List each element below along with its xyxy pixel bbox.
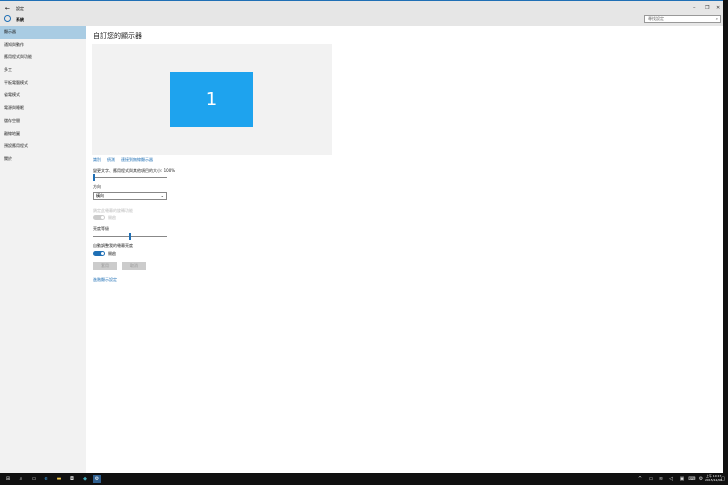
scale-label: 變更文字、應用程式與其他項目的大小: 100%	[93, 168, 176, 173]
window-border	[723, 0, 728, 473]
orientation-value: 橫向	[96, 193, 104, 198]
slider-thumb[interactable]	[93, 174, 95, 181]
apply-button[interactable]: 套用	[93, 262, 117, 270]
scale-slider[interactable]	[93, 174, 167, 181]
slider-thumb[interactable]	[129, 233, 131, 240]
edge-icon[interactable]: e	[42, 475, 50, 483]
search-placeholder: 尋找設定	[648, 16, 664, 21]
volume-icon[interactable]: ◁	[667, 475, 675, 483]
sidebar-item-storage[interactable]: 儲存空間	[0, 115, 86, 128]
sidebar-item-display[interactable]: 顯示器	[0, 26, 86, 39]
task-view-icon[interactable]: ▭	[30, 475, 38, 483]
sidebar-item-multitasking[interactable]: 多工	[0, 64, 86, 77]
cancel-button[interactable]: 取消	[122, 262, 146, 270]
advanced-display-link[interactable]: 進階顯示設定	[93, 277, 117, 283]
close-button[interactable]: ✕	[716, 5, 720, 11]
search-icon: ⌕	[715, 16, 718, 21]
title-bar: ← 設定 系統 – ❐ ✕ 尋找設定 ⌕	[0, 0, 728, 26]
minimize-button[interactable]: –	[693, 5, 696, 11]
orientation-label: 方向	[93, 184, 101, 189]
sidebar-item-battery-saver[interactable]: 省電模式	[0, 89, 86, 102]
battery-icon[interactable]: ▭	[647, 475, 655, 483]
sidebar-item-about[interactable]: 關於	[0, 153, 86, 166]
sidebar-item-power-sleep[interactable]: 電源與睡眠	[0, 102, 86, 115]
store-icon[interactable]: ◘	[68, 475, 76, 483]
search-input[interactable]: 尋找設定 ⌕	[644, 15, 721, 23]
maximize-button[interactable]: ❐	[705, 5, 709, 11]
wireless-display-link[interactable]: 連接到無線顯示器	[121, 157, 153, 162]
rotation-lock-state: 開啟	[108, 215, 116, 220]
keyboard-icon[interactable]: ⌨	[688, 475, 696, 483]
sidebar-item-offline-maps[interactable]: 離線地圖	[0, 128, 86, 141]
auto-brightness-label: 自動調整我的螢幕亮度	[93, 243, 133, 248]
section-title: 系統	[16, 17, 24, 22]
settings-icon[interactable]: ⚙	[93, 475, 101, 483]
detect-link[interactable]: 偵測	[107, 157, 115, 162]
identify-link[interactable]: 識別	[93, 157, 101, 162]
page-title: 自訂您的顯示器	[93, 32, 142, 40]
search-icon[interactable]: ⌕	[17, 475, 25, 483]
display-links: 識別 偵測 連接到無線顯示器	[93, 157, 159, 163]
notifications-icon[interactable]: ▢	[719, 475, 727, 483]
sidebar-item-tablet-mode[interactable]: 平板電腦模式	[0, 77, 86, 90]
start-icon[interactable]: ⊞	[4, 475, 12, 483]
action-center-icon[interactable]: ▣	[678, 475, 686, 483]
gear-icon[interactable]: ⚙	[697, 475, 705, 483]
chevron-up-icon[interactable]: ^	[636, 475, 644, 483]
sidebar-item-apps[interactable]: 應用程式與功能	[0, 51, 86, 64]
sidebar-item-notifications[interactable]: 通知與動作	[0, 39, 86, 52]
monitor-1[interactable]: 1	[170, 72, 253, 127]
file-explorer-icon[interactable]: ▬	[55, 475, 63, 483]
network-icon[interactable]: ≋	[657, 475, 665, 483]
brightness-label: 亮度等級	[93, 226, 109, 231]
app-title: 設定	[16, 6, 24, 11]
sidebar-item-default-apps[interactable]: 預設應用程式	[0, 140, 86, 153]
app-icon[interactable]: ◆	[81, 475, 89, 483]
auto-brightness-state: 開啟	[108, 251, 116, 256]
sidebar: 顯示器 通知與動作 應用程式與功能 多工 平板電腦模式 省電模式 電源與睡眠 儲…	[0, 26, 86, 473]
back-button[interactable]: ←	[5, 5, 10, 12]
rotation-lock-toggle[interactable]	[93, 215, 105, 220]
auto-brightness-toggle[interactable]	[93, 251, 105, 256]
taskbar: ⊞ ⌕ ▭ e ▬ ◘ ◆ ⚙ ^ ▭ ≋ ◁ ▣ ⌨ ⚙ 上午 10:17 20…	[0, 473, 728, 485]
chevron-down-icon: ⌄	[160, 193, 164, 198]
orientation-select[interactable]: 橫向 ⌄	[93, 192, 167, 200]
main-content: 自訂您的顯示器 1 識別 偵測 連接到無線顯示器 變更文字、應用程式與其他項目的大小…	[86, 26, 723, 473]
rotation-lock-label: 鎖定此螢幕的旋轉功能	[93, 208, 133, 213]
brightness-slider[interactable]	[93, 233, 167, 240]
display-preview: 1	[92, 44, 332, 155]
gear-icon	[4, 15, 11, 22]
